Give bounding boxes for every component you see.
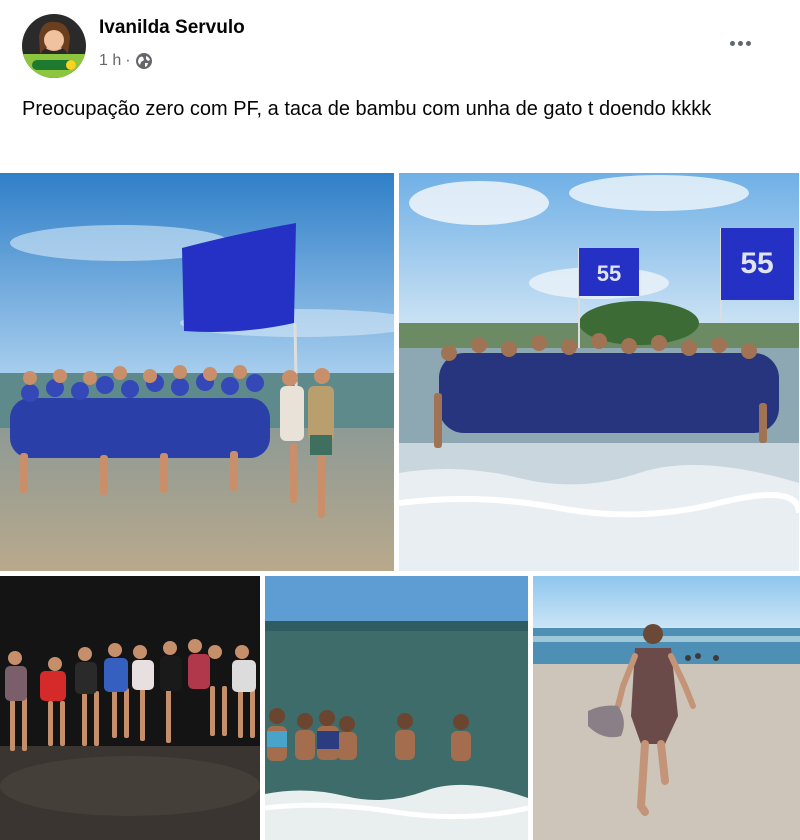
meta-separator: · bbox=[125, 52, 131, 69]
post-text: Preocupação zero com PF, a taca de bambu… bbox=[22, 98, 712, 120]
post-meta: 1 h · bbox=[99, 52, 153, 70]
post-photo-4[interactable] bbox=[265, 576, 528, 840]
avatar-image bbox=[22, 14, 86, 78]
post-photo-3[interactable] bbox=[0, 576, 260, 840]
post-photo-2[interactable]: 55 55 bbox=[399, 173, 799, 571]
author-name[interactable]: Ivanilda Servulo bbox=[99, 17, 245, 39]
author-avatar[interactable] bbox=[22, 14, 86, 78]
flag-number-right: 55 bbox=[740, 247, 773, 280]
post-photo-5[interactable] bbox=[533, 576, 800, 840]
flag-number-left: 55 bbox=[597, 261, 621, 286]
globe-icon[interactable] bbox=[135, 52, 153, 70]
post-timestamp[interactable]: 1 h bbox=[99, 52, 121, 70]
post-photo-1[interactable] bbox=[0, 173, 394, 571]
more-options-icon[interactable] bbox=[722, 28, 758, 58]
post-header: Ivanilda Servulo 1 h · bbox=[0, 0, 800, 90]
